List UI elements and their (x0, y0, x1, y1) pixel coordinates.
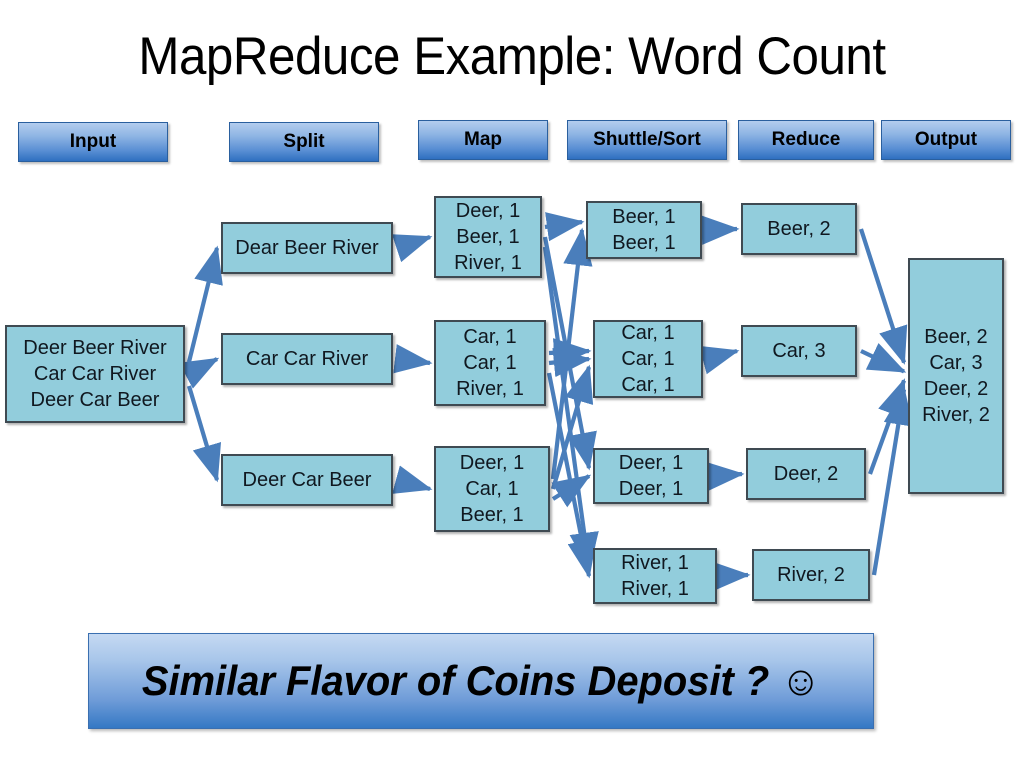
phase-label-text: Reduce (771, 129, 841, 150)
arrow-shuffle-to-reduce (705, 461, 745, 492)
arrow-shuffle-to-reduce (712, 561, 751, 591)
node-line: River, 2 (777, 564, 845, 586)
arrow-input-to-split (186, 245, 223, 363)
node-line: Car Car River (245, 348, 369, 370)
input-data-box: Deer Beer River Car Car River Deer Car Bee… (5, 325, 185, 423)
node-line: Deer Beer River (23, 337, 167, 359)
split-box-3: Deer Car Beer (221, 454, 393, 506)
arrow-map-to-shuffle (550, 364, 594, 490)
split-box-1: Dear Beer River (221, 222, 393, 274)
node-line: River, 1 (621, 578, 689, 600)
node-line: Deer Car Beer (30, 389, 160, 411)
node-line: Beer, 1 (460, 504, 524, 526)
node-line: Car, 1 (621, 374, 675, 396)
node-line: Car, 3 (929, 352, 983, 374)
arrow-reduce-to-output (859, 228, 908, 365)
node-line: Car, 1 (621, 322, 675, 344)
reduce-box-deer: Deer, 2 (746, 448, 866, 500)
arrow-split-to-map (393, 344, 433, 374)
arrow-input-to-split (178, 357, 220, 389)
node-line: Deer, 2 (773, 463, 839, 485)
node-line: River, 1 (454, 252, 522, 274)
slide-canvas: MapReduce Example: Word Count Input Spli… (0, 0, 1024, 768)
arrow-shuffle-to-reduce (701, 215, 740, 245)
node-line: Car, 1 (463, 352, 517, 374)
page-title: MapReduce Example: Word Count (138, 27, 886, 86)
node-line: River, 1 (456, 378, 524, 400)
node-line: Deer, 2 (923, 378, 989, 400)
phase-label-text: Input (69, 131, 117, 152)
node-line: Car, 1 (463, 326, 517, 348)
reduce-box-river: River, 2 (752, 549, 870, 601)
node-line: Beer, 1 (612, 206, 676, 228)
arrow-reduce-to-output (871, 387, 913, 576)
shuffle-box-deer: Deer, 1 Deer, 1 (593, 448, 709, 504)
arrow-map-to-shuffle (548, 338, 592, 368)
node-line: Car, 3 (772, 340, 826, 362)
node-line: Beer, 2 (924, 326, 988, 348)
arrow-shuffle-to-reduce (699, 345, 740, 375)
phase-label-text: Shuttle/Sort (593, 129, 701, 150)
footer-banner: Similar Flavor of Coins Deposit ? ☺ (88, 633, 874, 729)
reduce-box-beer: Beer, 2 (741, 203, 857, 255)
shuffle-box-beer: Beer, 1 Beer, 1 (586, 201, 702, 259)
phase-label-reduce: Reduce (738, 120, 874, 160)
node-line: River, 1 (621, 552, 689, 574)
output-data-box: Beer, 2 Car, 3 Deer, 2 River, 2 (908, 258, 1004, 494)
node-line: River, 2 (922, 404, 990, 426)
node-line: Car, 1 (465, 478, 519, 500)
node-line: Deer, 1 (459, 452, 525, 474)
arrow-map-to-shuffle (550, 227, 593, 480)
phase-label-text: Split (283, 131, 325, 152)
node-line: Dear Beer River (235, 237, 379, 259)
map-box-3: Deer, 1 Car, 1 Beer, 1 (434, 446, 550, 532)
reduce-box-car: Car, 3 (741, 325, 857, 377)
arrow-split-to-map (392, 465, 433, 494)
arrow-map-to-shuffle (551, 474, 592, 508)
node-line: Car Car River (33, 363, 157, 385)
arrow-reduce-to-output (860, 343, 907, 374)
phase-label-map: Map (418, 120, 548, 160)
arrow-map-to-shuffle (544, 212, 585, 242)
phase-label-split: Split (229, 122, 379, 162)
arrow-split-to-map (391, 234, 433, 263)
node-line: Beer, 2 (767, 218, 831, 240)
arrow-map-to-shuffle (546, 372, 597, 579)
arrow-input-to-split (186, 385, 222, 483)
node-line: Beer, 1 (612, 232, 676, 254)
node-line: Deer Car Beer (242, 469, 372, 491)
node-line: Car, 1 (621, 348, 675, 370)
map-box-1: Deer, 1 Beer, 1 River, 1 (434, 196, 542, 278)
shuffle-box-car: Car, 1 Car, 1 Car, 1 (593, 320, 703, 398)
map-box-2: Car, 1 Car, 1 River, 1 (434, 320, 546, 406)
node-line: Deer, 1 (455, 200, 521, 222)
phase-label-output: Output (881, 120, 1011, 160)
node-line: Deer, 1 (618, 478, 684, 500)
node-line: Deer, 1 (618, 452, 684, 474)
phase-label-shuttle-sort: Shuttle/Sort (567, 120, 727, 160)
arrow-reduce-to-output (868, 378, 906, 475)
shuffle-box-river: River, 1 River, 1 (593, 548, 717, 604)
arrow-map-to-shuffle (542, 246, 599, 571)
footer-banner-text: Similar Flavor of Coins Deposit ? ☺ (141, 657, 821, 704)
node-line: Beer, 1 (456, 226, 520, 248)
split-box-2: Car Car River (221, 333, 393, 385)
phase-label-text: Output (914, 129, 978, 150)
phase-label-text: Map (464, 129, 502, 150)
arrow-map-to-shuffle (548, 347, 592, 378)
phase-label-input: Input (18, 122, 168, 162)
arrow-map-to-shuffle (542, 236, 597, 471)
